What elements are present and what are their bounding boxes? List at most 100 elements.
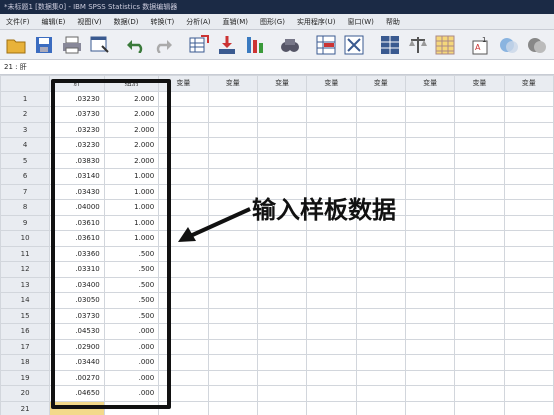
row-number[interactable]: 15 <box>0 307 51 324</box>
cell-empty[interactable] <box>404 183 456 200</box>
cell-empty[interactable] <box>207 245 258 262</box>
cell-empty[interactable] <box>503 385 554 402</box>
cell-empty[interactable] <box>355 90 406 107</box>
cell-empty[interactable] <box>306 90 357 107</box>
cell-empty[interactable] <box>306 354 357 371</box>
cell-empty[interactable] <box>355 152 406 169</box>
cell-empty[interactable] <box>355 276 406 293</box>
cell-empty[interactable] <box>503 354 554 371</box>
cell-empty[interactable] <box>355 400 406 415</box>
cell-empty[interactable] <box>454 152 505 169</box>
goto-case-icon[interactable] <box>189 34 210 56</box>
row-number[interactable]: 18 <box>0 354 51 371</box>
cell-empty[interactable] <box>503 121 554 138</box>
row-number[interactable]: 21 <box>0 400 51 415</box>
cell-empty[interactable] <box>256 168 308 185</box>
column-header[interactable]: 变量 <box>306 75 357 92</box>
cell-empty[interactable] <box>404 168 456 185</box>
use-sets-icon[interactable] <box>499 34 520 56</box>
cell-empty[interactable] <box>256 137 308 154</box>
goto-variable-icon[interactable] <box>216 34 237 56</box>
cell-empty[interactable] <box>306 385 357 402</box>
cell-empty[interactable] <box>503 245 554 262</box>
split-file-icon[interactable] <box>379 34 400 56</box>
cell-empty[interactable] <box>404 385 456 402</box>
cell-empty[interactable] <box>207 385 258 402</box>
cell-empty[interactable] <box>454 385 505 402</box>
menu-item[interactable]: 直销(M) <box>217 14 255 30</box>
cell-empty[interactable] <box>454 168 505 185</box>
cell-empty[interactable] <box>454 245 505 262</box>
row-number[interactable]: 2 <box>0 106 51 123</box>
menu-item[interactable]: 图形(G) <box>254 14 291 30</box>
grid-corner[interactable] <box>0 75 51 92</box>
row-number[interactable]: 12 <box>0 261 51 278</box>
cell-empty[interactable] <box>256 245 308 262</box>
cell-empty[interactable] <box>454 307 505 324</box>
cell-empty[interactable] <box>306 168 357 185</box>
row-number[interactable]: 3 <box>0 121 51 138</box>
menu-item[interactable]: 窗口(W) <box>342 14 380 30</box>
print-icon[interactable] <box>62 34 83 56</box>
cell-empty[interactable] <box>355 230 406 247</box>
cell-empty[interactable] <box>355 168 406 185</box>
cell-empty[interactable] <box>355 121 406 138</box>
cell-empty[interactable] <box>256 385 308 402</box>
cell-empty[interactable] <box>454 292 505 309</box>
save-icon[interactable] <box>34 34 55 56</box>
cell-empty[interactable] <box>355 369 406 386</box>
cell-empty[interactable] <box>404 106 456 123</box>
menu-item[interactable]: 数据(D) <box>108 14 145 30</box>
cell-empty[interactable] <box>503 338 554 355</box>
column-header[interactable]: 变量 <box>404 75 456 92</box>
menu-item[interactable]: 文件(F) <box>0 14 36 30</box>
row-number[interactable]: 20 <box>0 385 51 402</box>
cell-empty[interactable] <box>404 214 456 231</box>
column-header[interactable]: 变量 <box>503 75 554 92</box>
row-number[interactable]: 13 <box>0 276 51 293</box>
menu-item[interactable]: 视图(V) <box>71 14 107 30</box>
row-number[interactable]: 19 <box>0 369 51 386</box>
cell-empty[interactable] <box>503 183 554 200</box>
menu-item[interactable]: 编辑(E) <box>36 14 72 30</box>
cell-empty[interactable] <box>355 137 406 154</box>
column-header[interactable]: 变量 <box>207 75 258 92</box>
cell-empty[interactable] <box>503 137 554 154</box>
column-header[interactable]: 变量 <box>256 75 308 92</box>
cell-empty[interactable] <box>306 323 357 340</box>
cell-empty[interactable] <box>256 323 308 340</box>
column-header[interactable]: 变量 <box>355 75 406 92</box>
show-all-icon[interactable] <box>526 34 547 56</box>
cell-empty[interactable] <box>404 338 456 355</box>
value-labels-icon[interactable]: A1 <box>471 34 492 56</box>
cell-empty[interactable] <box>503 307 554 324</box>
cell-empty[interactable] <box>207 137 258 154</box>
menu-item[interactable]: 转换(T) <box>145 14 181 30</box>
cell-empty[interactable] <box>404 199 456 216</box>
row-number[interactable]: 16 <box>0 323 51 340</box>
row-number[interactable]: 14 <box>0 292 51 309</box>
cell-empty[interactable] <box>503 152 554 169</box>
cell-empty[interactable] <box>256 292 308 309</box>
cell-empty[interactable] <box>306 245 357 262</box>
cell-empty[interactable] <box>207 152 258 169</box>
cell-empty[interactable] <box>454 261 505 278</box>
cell-empty[interactable] <box>454 106 505 123</box>
cell-empty[interactable] <box>454 354 505 371</box>
cell-empty[interactable] <box>207 90 258 107</box>
cell-empty[interactable] <box>306 276 357 293</box>
row-number[interactable]: 10 <box>0 230 51 247</box>
cell-empty[interactable] <box>207 276 258 293</box>
row-number[interactable]: 5 <box>0 152 51 169</box>
cell-empty[interactable] <box>503 276 554 293</box>
cell-empty[interactable] <box>355 292 406 309</box>
cell-empty[interactable] <box>306 369 357 386</box>
cell-empty[interactable] <box>306 106 357 123</box>
cell-empty[interactable] <box>355 354 406 371</box>
cell-empty[interactable] <box>503 214 554 231</box>
cell-empty[interactable] <box>355 307 406 324</box>
row-number[interactable]: 6 <box>0 168 51 185</box>
cell-empty[interactable] <box>355 106 406 123</box>
cell-empty[interactable] <box>306 137 357 154</box>
cell-empty[interactable] <box>207 338 258 355</box>
